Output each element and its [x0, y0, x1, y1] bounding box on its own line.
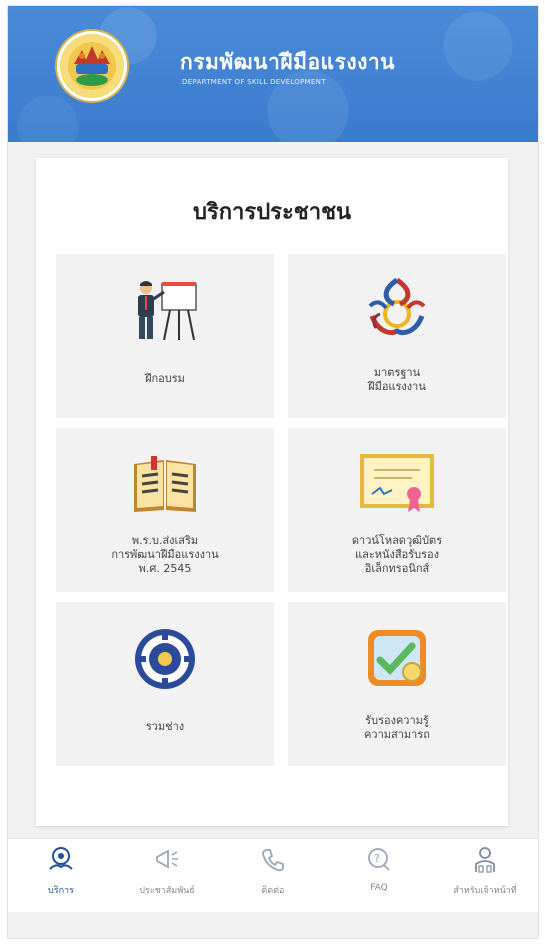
faq-bubble-icon: ?: [364, 845, 394, 875]
nav-services[interactable]: บริการ: [8, 845, 114, 909]
tile-skill-act[interactable]: พ.ร.บ.ส่งเสริม การพัฒนาฝีมือแรงงาน พ.ศ. …: [56, 428, 274, 592]
nav-label: FAQ: [370, 883, 388, 893]
nav-faq[interactable]: ? FAQ: [326, 845, 432, 909]
open-book-icon: [120, 450, 210, 520]
nav-label: บริการ: [48, 886, 74, 896]
services-card: บริการประชาชน ฝึกอบรม มาตรฐาน ฝีมือแรงงา…: [36, 158, 508, 826]
tile-download-certificate[interactable]: ดาวน์โหลดวุฒิบัตร และหนังสือรับรอง อิเล็…: [288, 428, 506, 592]
svg-text:?: ?: [374, 852, 380, 865]
tile-label: รับรองความรู้ ความสามารถ: [364, 714, 430, 741]
gear-badge-icon: [120, 624, 210, 694]
tile-skill-standards[interactable]: มาตรฐาน ฝีมือแรงงาน: [288, 254, 506, 418]
megaphone-icon: [152, 845, 182, 875]
nav-label: ประชาสัมพันธ์: [139, 886, 195, 896]
phone-icon: [258, 845, 288, 875]
thai-standard-emblem-icon: [352, 276, 442, 346]
trainer-presentation-icon: [120, 276, 210, 346]
department-emblem-icon: [60, 34, 124, 98]
tile-training[interactable]: ฝึกอบรม: [56, 254, 274, 418]
tile-label: พ.ร.บ.ส่งเสริม การพัฒนาฝีมือแรงงาน พ.ศ. …: [111, 534, 219, 575]
tile-competency-certification[interactable]: รับรองความรู้ ความสามารถ: [288, 602, 506, 766]
organization-name: กรมพัฒนาฝีมือแรงงาน: [180, 50, 396, 74]
app-frame: กรมพัฒนาฝีมือแรงงาน DEPARTMENT OF SKILL …: [8, 6, 538, 938]
organization-subtitle: DEPARTMENT OF SKILL DEVELOPMENT: [182, 78, 326, 86]
nav-label: ติดต่อ: [261, 886, 285, 896]
tile-label: ดาวน์โหลดวุฒิบัตร และหนังสือรับรอง อิเล็…: [351, 534, 443, 575]
app-header: กรมพัฒนาฝีมือแรงงาน DEPARTMENT OF SKILL …: [8, 6, 538, 142]
tile-technicians[interactable]: รวมช่าง: [56, 602, 274, 766]
tile-label: ฝึกอบรม: [145, 372, 185, 385]
nav-public-relations[interactable]: ประชาสัมพันธ์: [114, 845, 220, 909]
services-icon: [46, 845, 76, 875]
nav-contact[interactable]: ติดต่อ: [220, 845, 326, 909]
staff-icon: [470, 845, 500, 875]
bottom-navigation: บริการ ประชาสัมพันธ์ ติดต่อ ? FAQ สำหรับ…: [8, 838, 538, 913]
checklist-certify-icon: [352, 624, 442, 694]
certificate-icon: [352, 450, 442, 520]
services-title: บริการประชาชน: [192, 200, 352, 225]
nav-staff[interactable]: สำหรับเจ้าหน้าที่: [432, 845, 538, 909]
footer-strip: [8, 912, 538, 938]
nav-label: สำหรับเจ้าหน้าที่: [453, 886, 517, 896]
tile-label: มาตรฐาน ฝีมือแรงงาน: [368, 366, 426, 393]
tile-label: รวมช่าง: [145, 720, 185, 733]
